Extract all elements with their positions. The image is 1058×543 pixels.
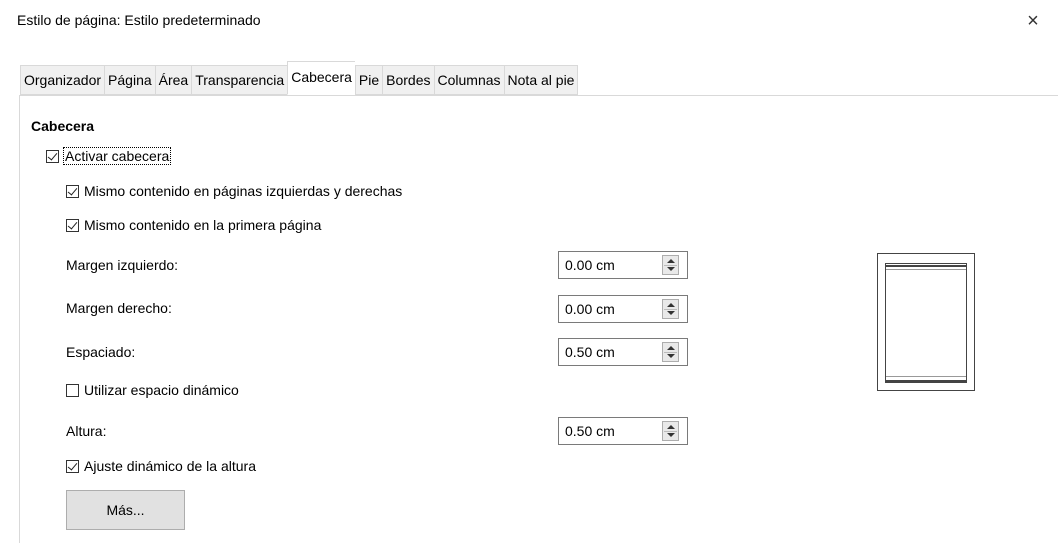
spin-arrows-icon[interactable] <box>662 299 679 319</box>
activate-header-checkbox[interactable]: Activar cabecera <box>46 147 172 165</box>
activate-header-label: Activar cabecera <box>62 147 172 165</box>
height-label: Altura: <box>66 423 107 439</box>
same-content-left-right-label: Mismo contenido en páginas izquierdas y … <box>84 183 403 199</box>
dynamic-spacing-label: Utilizar espacio dinámico <box>84 382 239 398</box>
autofit-height-checkbox[interactable]: Ajuste dinámico de la altura <box>66 458 256 474</box>
checkbox-box[interactable] <box>66 383 79 397</box>
spacing-label: Espaciado: <box>66 344 136 360</box>
tab-columnas[interactable]: Columnas <box>433 65 504 95</box>
left-margin-label: Margen izquierdo: <box>66 257 179 273</box>
spin-arrows-icon[interactable] <box>662 421 679 441</box>
section-heading: Cabecera <box>31 118 95 134</box>
tab-pie[interactable]: Pie <box>354 65 383 95</box>
spacing-value[interactable]: 0.50 cm <box>565 344 615 360</box>
same-content-left-right-checkbox[interactable]: Mismo contenido en páginas izquierdas y … <box>66 183 402 199</box>
dynamic-spacing-checkbox[interactable]: Utilizar espacio dinámico <box>66 382 239 398</box>
left-margin-value[interactable]: 0.00 cm <box>565 257 615 273</box>
preview-header-line <box>886 269 966 270</box>
spacing-spinbox[interactable]: 0.50 cm <box>558 338 688 366</box>
page-style-dialog: Estilo de página: Estilo predeterminado … <box>0 0 1058 543</box>
same-content-first-page-checkbox[interactable]: Mismo contenido en la primera página <box>66 217 321 233</box>
tab-transparencia[interactable]: Transparencia <box>191 65 288 95</box>
checkbox-box[interactable] <box>46 149 59 163</box>
checkbox-box[interactable] <box>66 184 79 198</box>
autofit-height-label: Ajuste dinámico de la altura <box>84 458 256 474</box>
preview-page-icon <box>885 263 967 383</box>
header-preview <box>877 253 975 391</box>
right-margin-value[interactable]: 0.00 cm <box>565 301 615 317</box>
height-value[interactable]: 0.50 cm <box>565 423 615 439</box>
dialog-title: Estilo de página: Estilo predeterminado <box>17 12 261 28</box>
spin-arrows-icon[interactable] <box>662 255 679 275</box>
more-button[interactable]: Más... <box>66 490 185 530</box>
same-content-first-page-label: Mismo contenido en la primera página <box>84 217 322 233</box>
right-margin-spinbox[interactable]: 0.00 cm <box>558 295 688 323</box>
spin-arrows-icon[interactable] <box>662 342 679 362</box>
close-icon[interactable]: × <box>1018 6 1048 36</box>
left-margin-spinbox[interactable]: 0.00 cm <box>558 251 688 279</box>
checkbox-box[interactable] <box>66 218 79 232</box>
tab-nota-al-pie[interactable]: Nota al pie <box>503 65 579 95</box>
tab-pagina[interactable]: Página <box>104 65 155 95</box>
height-spinbox[interactable]: 0.50 cm <box>558 417 688 445</box>
tab-cabecera[interactable]: Cabecera <box>287 61 355 95</box>
tab-area[interactable]: Área <box>154 65 192 95</box>
right-margin-label: Margen derecho: <box>66 300 172 316</box>
preview-footer-line <box>886 380 966 382</box>
tab-bordes[interactable]: Bordes <box>382 65 434 95</box>
tab-organizador[interactable]: Organizador <box>20 65 105 95</box>
tab-bar: Organizador Página Área Transparencia Ca… <box>20 61 579 95</box>
preview-header-line <box>886 265 966 267</box>
preview-footer-line <box>886 376 966 377</box>
checkbox-box[interactable] <box>66 459 79 473</box>
